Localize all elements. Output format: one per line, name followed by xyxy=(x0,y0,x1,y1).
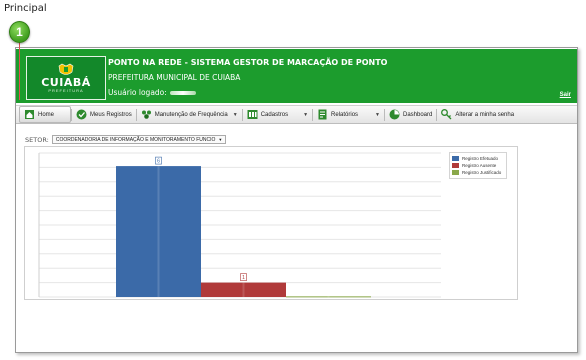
menu-item-label: Cadastros xyxy=(260,111,289,118)
menu-item-dashboard[interactable]: Dashboard xyxy=(385,106,436,123)
callout-number-badge: 1 xyxy=(9,21,30,43)
legend-swatch xyxy=(452,163,459,168)
dashboard-icon xyxy=(389,109,400,120)
logo-wordmark: CUIABÁ xyxy=(41,76,91,89)
sector-label: SETOR: xyxy=(25,135,49,144)
chart-data-label: 1 xyxy=(242,275,245,281)
people-group-icon xyxy=(141,109,152,120)
users-icon xyxy=(247,109,258,120)
legend-item: Registro Efetuado xyxy=(452,155,504,162)
chart-data-label: 6 xyxy=(157,158,160,164)
legend-label: Registro Efetuado xyxy=(462,156,499,161)
attendance-bar-chart: 61 xyxy=(38,152,441,298)
sector-filter: SETOR: COORDENADORIA DE INFORMAÇÃO E MON… xyxy=(25,135,227,144)
menu-item-cadastros[interactable]: Cadastros ▼ xyxy=(243,106,312,123)
app-header: CUIABÁ PREFEITURA PONTO NA REDE - SISTEM… xyxy=(16,49,577,103)
logged-user: Usuário logado: xyxy=(108,88,196,97)
menu-item-label: Relatórios xyxy=(331,111,359,118)
sector-selected-value: COORDENADORIA DE INFORMAÇÃO E MONITORAME… xyxy=(55,136,216,143)
chart-bar-highlight xyxy=(242,282,245,297)
logout-link[interactable]: Sair xyxy=(560,92,571,98)
document-section-label: Principal xyxy=(4,3,47,14)
chevron-down-icon: ▼ xyxy=(232,111,238,118)
app-screenshot-frame: CUIABÁ PREFEITURA PONTO NA REDE - SISTEM… xyxy=(15,47,578,353)
menu-item-label: Dashboard xyxy=(403,111,433,118)
legend-swatch xyxy=(452,156,459,161)
legend-item: Registro Ausente xyxy=(452,162,504,169)
chevron-down-icon: ▼ xyxy=(303,111,309,118)
logged-user-label: Usuário logado: xyxy=(108,88,167,97)
legend-swatch xyxy=(452,170,459,175)
chart-legend: Registro Efetuado Registro Ausente Regis… xyxy=(449,152,507,179)
logo-subtitle: PREFEITURA xyxy=(48,88,84,93)
chevron-down-icon: ▼ xyxy=(375,111,380,118)
sector-select[interactable]: COORDENADORIA DE INFORMAÇÃO E MONITORAME… xyxy=(51,135,227,144)
main-menu-bar: Home Meus Registros Manutenção de Frequê… xyxy=(16,105,577,124)
menu-item-home[interactable]: Home xyxy=(19,106,72,123)
legend-label: Registro Ausente xyxy=(462,163,497,168)
redacted-username xyxy=(169,90,196,95)
menu-item-label: Home xyxy=(38,111,55,118)
legend-item: Registro Justificado xyxy=(452,169,504,176)
attendance-chart-panel: 61 xyxy=(24,146,518,300)
chart-bar-highlight xyxy=(327,296,330,298)
menu-item-alterar-senha[interactable]: Alterar a minha senha xyxy=(437,106,518,123)
menu-item-label: Manutenção de Frequência xyxy=(154,111,228,118)
legend-label: Registro Justificado xyxy=(462,170,502,175)
menu-item-manutencao-frequencia[interactable]: Manutenção de Frequência ▼ xyxy=(137,106,242,123)
system-title: PONTO NA REDE - SISTEMA GESTOR DE MARCAÇ… xyxy=(108,58,388,67)
report-icon xyxy=(317,109,328,120)
callout-leader-line xyxy=(19,42,20,100)
menu-item-meus-registros[interactable]: Meus Registros xyxy=(72,106,136,123)
chart-bar-highlight xyxy=(157,166,160,297)
menu-item-label: Meus Registros xyxy=(90,111,132,118)
organization-name: PREFEITURA MUNICIPAL DE CUIABA xyxy=(108,73,241,82)
cuiaba-logo: CUIABÁ PREFEITURA xyxy=(26,56,106,100)
chevron-down-icon: ▼ xyxy=(218,137,223,142)
menu-item-relatorios[interactable]: Relatórios ▼ xyxy=(313,106,384,123)
key-icon xyxy=(441,109,452,120)
menu-item-label: Alterar a minha senha xyxy=(455,111,515,118)
crest-icon xyxy=(58,63,74,75)
checkmark-icon xyxy=(76,109,87,120)
home-icon xyxy=(24,109,35,120)
